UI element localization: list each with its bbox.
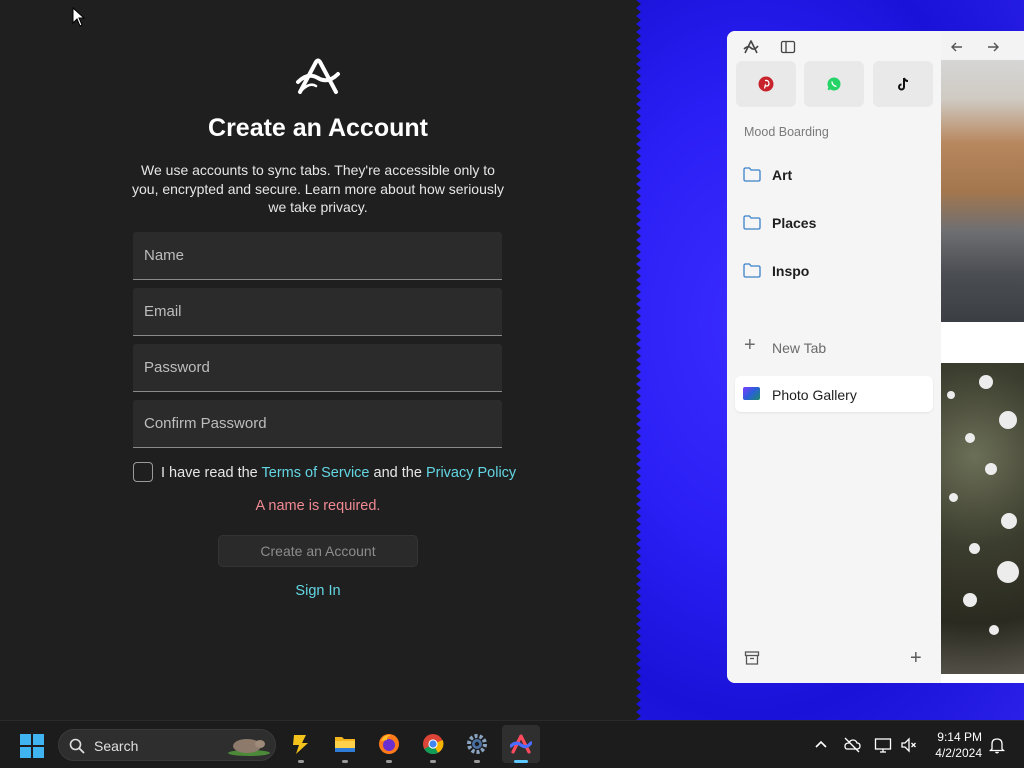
taskbar-app-file-explorer[interactable] — [326, 725, 364, 763]
file-explorer-icon — [335, 737, 355, 752]
privacy-policy-link[interactable]: Privacy Policy — [426, 465, 516, 481]
confirm-password-field[interactable]: Confirm Password — [133, 400, 502, 448]
folder-label: Inspo — [772, 263, 810, 279]
tab-label: Photo Gallery — [772, 387, 857, 403]
sidebar-folder-art[interactable]: Art — [727, 155, 941, 195]
clock-time: 9:14 PM — [937, 730, 982, 744]
email-placeholder: Email — [144, 303, 182, 320]
new-tab-button[interactable]: + New Tab — [727, 331, 941, 363]
running-indicator — [386, 760, 392, 763]
arc-icon — [510, 734, 532, 754]
folder-label: Art — [772, 167, 793, 183]
terms-middle: and the — [369, 465, 426, 481]
photo-aerial-beach[interactable] — [941, 60, 1024, 322]
back-arrow-icon[interactable] — [949, 39, 965, 55]
signup-pane: Create an Account We use accounts to syn… — [0, 0, 636, 720]
taskbar-app-chrome[interactable] — [414, 725, 452, 763]
active-indicator — [514, 760, 528, 763]
mouse-cursor-icon — [72, 7, 86, 27]
favorite-whatsapp[interactable] — [804, 61, 864, 107]
favorite-pinterest[interactable] — [736, 61, 796, 107]
running-indicator — [298, 760, 304, 763]
firefox-icon — [379, 734, 399, 754]
clock-date: 4/2/2024 — [935, 746, 982, 760]
notifications-bell-icon[interactable] — [988, 736, 1006, 754]
terms-of-service-link[interactable]: Terms of Service — [262, 465, 370, 481]
tiktok-icon — [898, 77, 909, 91]
taskbar-app-arc[interactable] — [502, 725, 540, 763]
sidebar-folder-inspo[interactable]: Inspo — [727, 251, 941, 291]
whatsapp-icon — [827, 77, 841, 91]
email-field[interactable]: Email — [133, 288, 502, 336]
taskbar-app-pre[interactable] — [282, 725, 320, 763]
name-placeholder: Name — [144, 247, 185, 264]
error-message: A name is required. — [255, 498, 381, 514]
taskbar-app-settings[interactable] — [458, 725, 496, 763]
new-tab-label: New Tab — [772, 340, 827, 356]
forward-arrow-icon[interactable] — [985, 39, 1001, 55]
archive-icon[interactable] — [744, 650, 760, 666]
chevron-up-icon[interactable] — [812, 736, 830, 754]
search-icon — [69, 738, 85, 754]
system-clock[interactable]: 9:14 PM 4/2/2024 — [924, 729, 982, 761]
signup-description: We use accounts to sync tabs. They're ac… — [132, 162, 504, 215]
chrome-icon — [423, 734, 444, 755]
folder-icon — [743, 215, 761, 230]
confirm-password-placeholder: Confirm Password — [144, 415, 267, 432]
terms-checkbox[interactable] — [133, 462, 153, 482]
running-indicator — [342, 760, 348, 763]
folder-icon — [743, 263, 761, 278]
add-icon[interactable]: + — [910, 648, 922, 668]
search-highlight-image-icon — [228, 739, 270, 756]
browser-window: Mood Boarding Art Places Inspo + New Tab — [727, 31, 1024, 683]
browser-sidebar: Mood Boarding Art Places Inspo + New Tab — [727, 31, 999, 683]
search-label: Search — [94, 738, 139, 754]
arc-menu-icon[interactable] — [743, 39, 759, 55]
volume-muted-icon[interactable] — [900, 736, 918, 754]
create-account-button[interactable]: Create an Account — [218, 535, 418, 567]
network-icon[interactable] — [874, 736, 892, 754]
sidebar-toggle-icon[interactable] — [780, 39, 796, 55]
name-field[interactable]: Name — [133, 232, 502, 280]
arc-logo-icon — [296, 58, 340, 94]
favorite-tiktok[interactable] — [873, 61, 933, 107]
windows-start-icon[interactable] — [20, 734, 44, 758]
terms-text: I have read the Terms of Service and the… — [161, 465, 516, 481]
pinterest-icon — [758, 76, 774, 92]
taskbar: Search 9:14 PM 4/2/2024 — [0, 720, 1024, 768]
taskbar-search[interactable]: Search — [58, 729, 276, 761]
tab-photo-gallery[interactable]: Photo Gallery — [735, 376, 933, 412]
terms-prefix: I have read the — [161, 465, 262, 481]
folder-label: Places — [772, 215, 817, 231]
password-field[interactable]: Password — [133, 344, 502, 392]
taskbar-app-firefox[interactable] — [370, 725, 408, 763]
pre-app-icon — [293, 735, 308, 754]
sign-in-link[interactable]: Sign In — [0, 583, 636, 599]
sidebar-folder-places[interactable]: Places — [727, 203, 941, 243]
photo-bokeh-lights[interactable] — [941, 363, 1024, 674]
settings-icon — [467, 734, 487, 754]
torn-edge — [630, 0, 641, 720]
onedrive-offline-icon[interactable] — [843, 736, 861, 754]
running-indicator — [474, 760, 480, 763]
page-title: Create an Account — [208, 114, 428, 142]
plus-icon: + — [744, 334, 756, 356]
folder-icon — [743, 167, 761, 182]
photo-gallery-favicon-icon — [743, 387, 760, 400]
section-label-mood-boarding: Mood Boarding — [744, 125, 829, 139]
running-indicator — [430, 760, 436, 763]
web-content[interactable] — [941, 60, 1024, 683]
password-placeholder: Password — [144, 359, 210, 376]
